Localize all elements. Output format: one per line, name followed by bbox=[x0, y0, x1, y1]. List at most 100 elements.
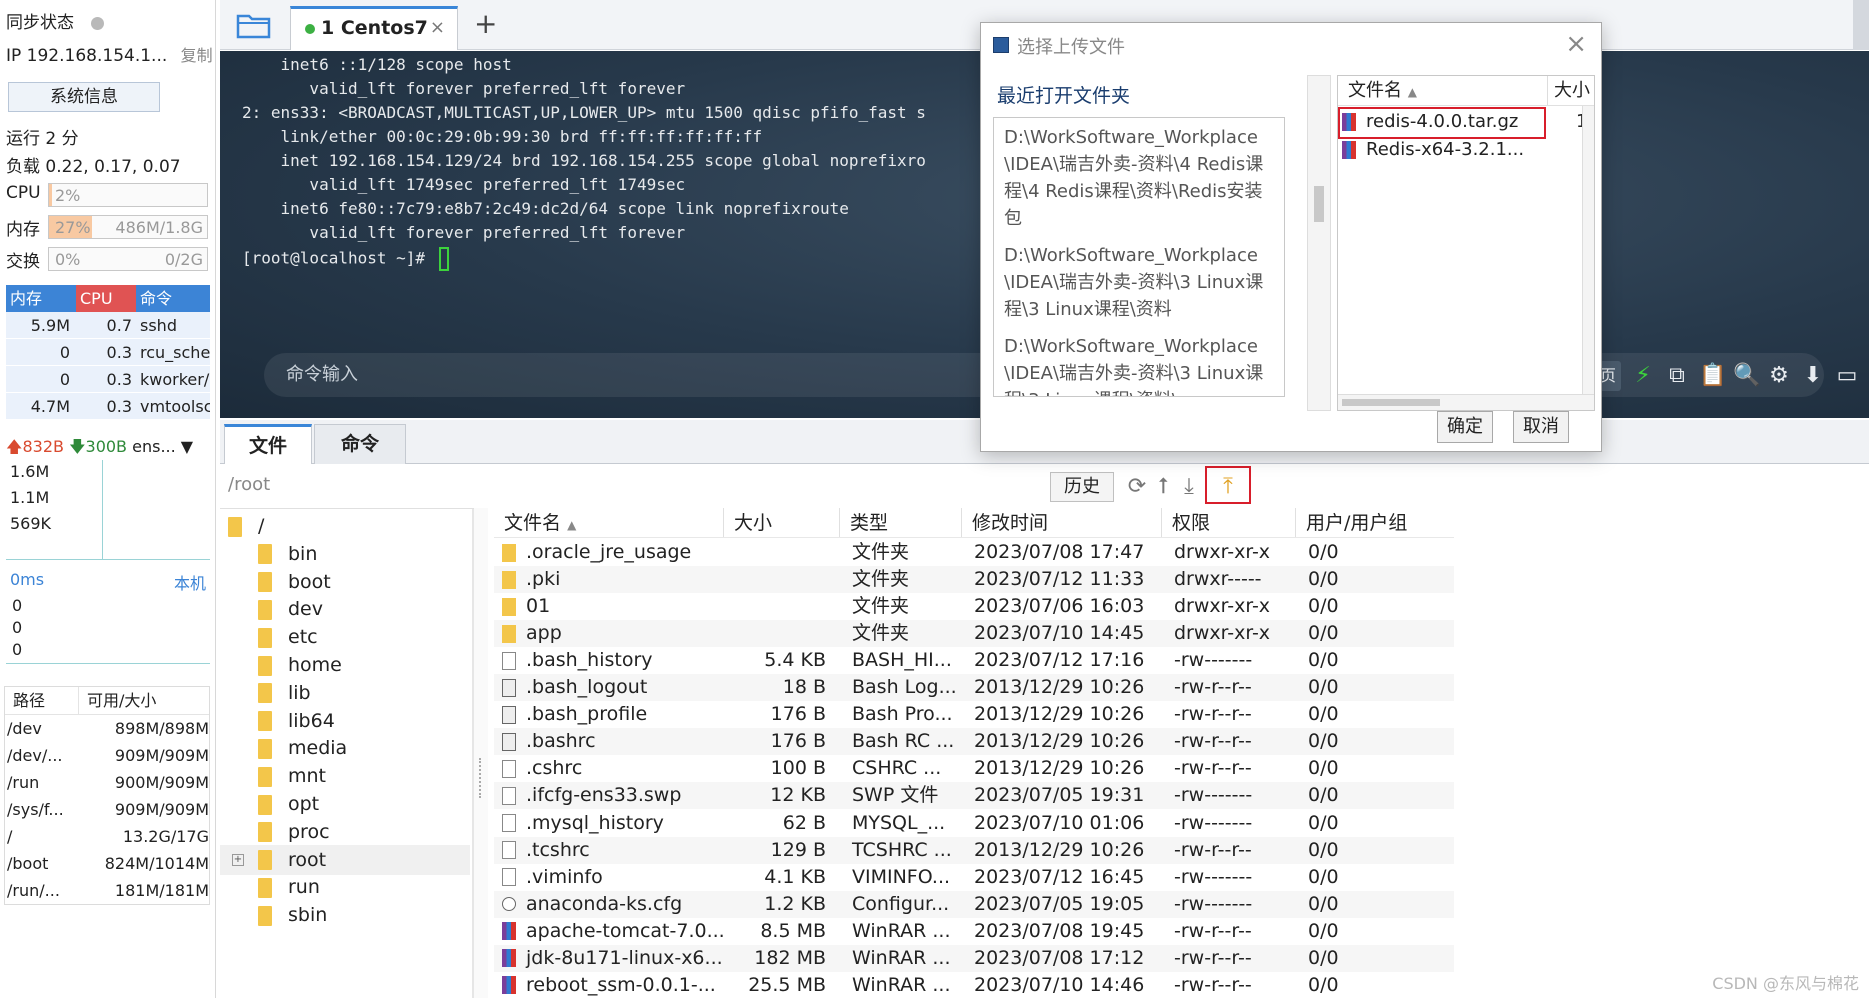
sync-status-label: 同步状态 bbox=[6, 13, 74, 33]
col-header-size[interactable]: 大小 bbox=[724, 508, 840, 537]
terminal-line-text: [root@localhost ~]# bbox=[242, 248, 435, 268]
recent-folder-item[interactable]: D:\WorkSoftware_Workplace\IDEA\瑞吉外卖-资料\3… bbox=[994, 327, 1274, 396]
expand-icon[interactable]: + bbox=[232, 853, 244, 866]
tab-files[interactable]: 文件 bbox=[224, 424, 312, 464]
disk-row[interactable]: /dev/... 909M/909M bbox=[5, 742, 209, 769]
process-row[interactable]: 4.7M 0.3 vmtoolsc bbox=[6, 393, 210, 420]
tree-item-sbin[interactable]: sbin bbox=[220, 900, 470, 930]
tree-item-dev[interactable]: dev bbox=[220, 594, 470, 624]
recent-folder-item[interactable]: D:\WorkSoftware_Workplace\IDEA\瑞吉外卖-资料\4… bbox=[994, 118, 1274, 236]
disk-row[interactable]: /run 900M/909M bbox=[5, 769, 209, 796]
file-row[interactable]: .cshrc 100 B CSHRC ... 2013/12/29 10:26 -rw-… bbox=[494, 755, 1454, 782]
copy-ip-button[interactable]: 复制 bbox=[181, 46, 213, 65]
dialog-col-size[interactable]: 大小 bbox=[1548, 76, 1594, 105]
dialog-file-row[interactable]: Redis-x64-3.2.1... bbox=[1342, 136, 1592, 163]
file-row[interactable]: .bash_history 5.4 KB BASH_HI... 2023/07/12 … bbox=[494, 647, 1454, 674]
lightning-icon[interactable]: ⚡ bbox=[1631, 364, 1655, 388]
paste-icon[interactable]: 📋 bbox=[1699, 364, 1726, 388]
file-row[interactable]: .tcshrc 129 B TCSHRC ... 2013/12/29 10:26 -r… bbox=[494, 836, 1454, 864]
refresh-icon[interactable]: ⟳ bbox=[1124, 474, 1150, 500]
disk-row[interactable]: /sys/f... 909M/909M bbox=[5, 796, 209, 823]
cancel-button[interactable]: 取消 bbox=[1513, 411, 1569, 443]
dialog-col-name[interactable]: 文件名 ▲ bbox=[1338, 76, 1548, 105]
tab-centos7[interactable]: 1 Centos7 × bbox=[290, 6, 458, 50]
file-row[interactable]: .bash_profile 176 B Bash Pro... 2013/12/29 … bbox=[494, 701, 1454, 728]
file-row[interactable]: .viminfo 4.1 KB VIMINFO... 2023/07/12 16:45… bbox=[494, 864, 1454, 891]
tree-item-lib64[interactable]: lib64 bbox=[220, 706, 470, 736]
ok-button[interactable]: 确定 bbox=[1437, 411, 1493, 443]
process-row[interactable]: 5.9M 0.7 sshd bbox=[6, 312, 210, 339]
arrow-down-icon[interactable]: ⬇ bbox=[1801, 364, 1825, 388]
col-header-name[interactable]: 文件名 ▲ bbox=[494, 508, 724, 537]
file-row[interactable]: .oracle_jre_usage 文件夹 2023/07/08 17:47 drwx… bbox=[494, 539, 1454, 566]
chevron-down-icon[interactable]: ▼ bbox=[181, 437, 193, 456]
disk-row[interactable]: / 13.2G/17G bbox=[5, 823, 209, 850]
copy-icon[interactable]: ⧉ bbox=[1665, 364, 1689, 388]
folder-icon bbox=[502, 597, 516, 616]
dialog-close-icon[interactable]: × bbox=[1565, 29, 1587, 59]
dialog-file-hscroll[interactable] bbox=[1338, 394, 1594, 410]
col-header-type[interactable]: 类型 bbox=[840, 508, 962, 537]
gear-icon[interactable]: ⚙ bbox=[1767, 364, 1791, 388]
file-row[interactable]: 01 文件夹 2023/07/06 16:03 drwxr-xr-x 0/0 bbox=[494, 593, 1454, 620]
file-row[interactable]: .bashrc 176 B Bash RC ... 2013/12/29 10:26 -… bbox=[494, 728, 1454, 756]
dialog-file-hscroll-thumb[interactable] bbox=[1342, 399, 1440, 406]
file-row[interactable]: .pki 文件夹 2023/07/12 11:33 drwxr----- 0/0 bbox=[494, 566, 1454, 594]
rar-icon bbox=[502, 976, 516, 995]
proc-col-cpu[interactable]: CPU bbox=[76, 285, 136, 312]
parent-dir-icon[interactable]: ⭡ bbox=[1150, 474, 1176, 500]
window-icon[interactable]: ▭ bbox=[1835, 364, 1859, 388]
disk-row[interactable]: /run/... 181M/181M bbox=[5, 877, 209, 904]
history-button[interactable]: 历史 bbox=[1050, 472, 1114, 502]
tree-item-root-dir[interactable]: / bbox=[224, 511, 474, 541]
pane-splitter[interactable] bbox=[474, 508, 488, 998]
col-header-mtime[interactable]: 修改时间 bbox=[962, 508, 1162, 537]
process-row[interactable]: 0 0.3 kworker/ bbox=[6, 366, 210, 393]
file-row[interactable]: apache-tomcat-7.0... 8.5 MB WinRAR ... 2023… bbox=[494, 918, 1454, 945]
tree-item-proc[interactable]: proc bbox=[220, 817, 470, 847]
tree-item-mnt[interactable]: mnt bbox=[220, 761, 470, 791]
process-row[interactable]: 0 0.3 rcu_sche bbox=[6, 339, 210, 366]
disk-col-size[interactable]: 可用/大小 bbox=[79, 687, 209, 714]
tree-item-boot[interactable]: boot bbox=[220, 567, 470, 597]
path-input[interactable]: /root bbox=[228, 474, 270, 495]
tree-item-run[interactable]: run bbox=[220, 872, 470, 902]
file-row[interactable]: .bash_logout 18 B Bash Log... 2013/12/29 10… bbox=[494, 674, 1454, 702]
tree-item-lib[interactable]: lib bbox=[220, 678, 470, 708]
file-row[interactable]: jdk-8u171-linux-x6... 182 MB WinRAR ... 202… bbox=[494, 944, 1454, 972]
upload-icon[interactable]: ⤒ bbox=[1215, 474, 1241, 500]
disk-row[interactable]: /dev 898M/898M bbox=[5, 715, 209, 742]
tab-commands[interactable]: 命令 bbox=[314, 424, 406, 464]
col-header-perm[interactable]: 权限 bbox=[1162, 508, 1296, 537]
file-row[interactable]: anaconda-ks.cfg 1.2 KB Configur... 2023/07/… bbox=[494, 890, 1454, 918]
proc-col-mem[interactable]: 内存 bbox=[6, 285, 76, 312]
search-icon[interactable]: 🔍 bbox=[1733, 364, 1760, 388]
dialog-splitter[interactable] bbox=[1307, 75, 1331, 411]
open-folder-icon[interactable] bbox=[236, 10, 272, 40]
net-interface-select[interactable]: ens... bbox=[132, 437, 176, 456]
disk-table-header: 路径 可用/大小 bbox=[5, 687, 209, 715]
file-row[interactable]: .mysql_history 62 B MYSQL_... 2023/07/10 01… bbox=[494, 810, 1454, 837]
dialog-file-vscroll[interactable] bbox=[1582, 106, 1594, 394]
download-icon[interactable]: ⤓ bbox=[1176, 474, 1202, 500]
col-header-owner[interactable]: 用户/用户组 bbox=[1296, 508, 1454, 537]
file-list: 文件名 ▲ 大小 类型 修改时间 权限 用户/用户组 .oracle_jre_u… bbox=[494, 508, 1869, 998]
dialog-splitter-thumb[interactable] bbox=[1314, 186, 1324, 222]
disk-col-path[interactable]: 路径 bbox=[5, 687, 79, 714]
ping-host[interactable]: 本机 bbox=[174, 570, 206, 594]
file-row[interactable]: app 文件夹 2023/07/10 14:45 drwxr-xr-x 0/0 bbox=[494, 620, 1454, 648]
tree-item-media[interactable]: media bbox=[220, 733, 470, 763]
tree-item-etc[interactable]: etc bbox=[220, 622, 470, 652]
close-tab-icon[interactable]: × bbox=[430, 9, 445, 47]
file-row[interactable]: .ifcfg-ens33.swp 12 KB SWP 文件 2023/07/05 19… bbox=[494, 782, 1454, 810]
tree-item-home[interactable]: home bbox=[220, 650, 470, 680]
system-info-button[interactable]: 系统信息 bbox=[8, 82, 160, 112]
tree-item-opt[interactable]: opt bbox=[220, 789, 470, 819]
disk-row[interactable]: /boot 824M/1014M bbox=[5, 850, 209, 877]
tree-item-root[interactable]: + root bbox=[220, 844, 470, 875]
recent-folder-item[interactable]: D:\WorkSoftware_Workplace\IDEA\瑞吉外卖-资料\3… bbox=[994, 236, 1274, 327]
proc-col-cmd[interactable]: 命令 bbox=[136, 285, 210, 312]
file-row[interactable]: reboot_ssm-0.0.1-... 25.5 MB WinRAR ... 202… bbox=[494, 972, 1454, 998]
tree-item-bin[interactable]: bin bbox=[220, 539, 470, 569]
add-tab-button[interactable]: + bbox=[474, 6, 497, 42]
